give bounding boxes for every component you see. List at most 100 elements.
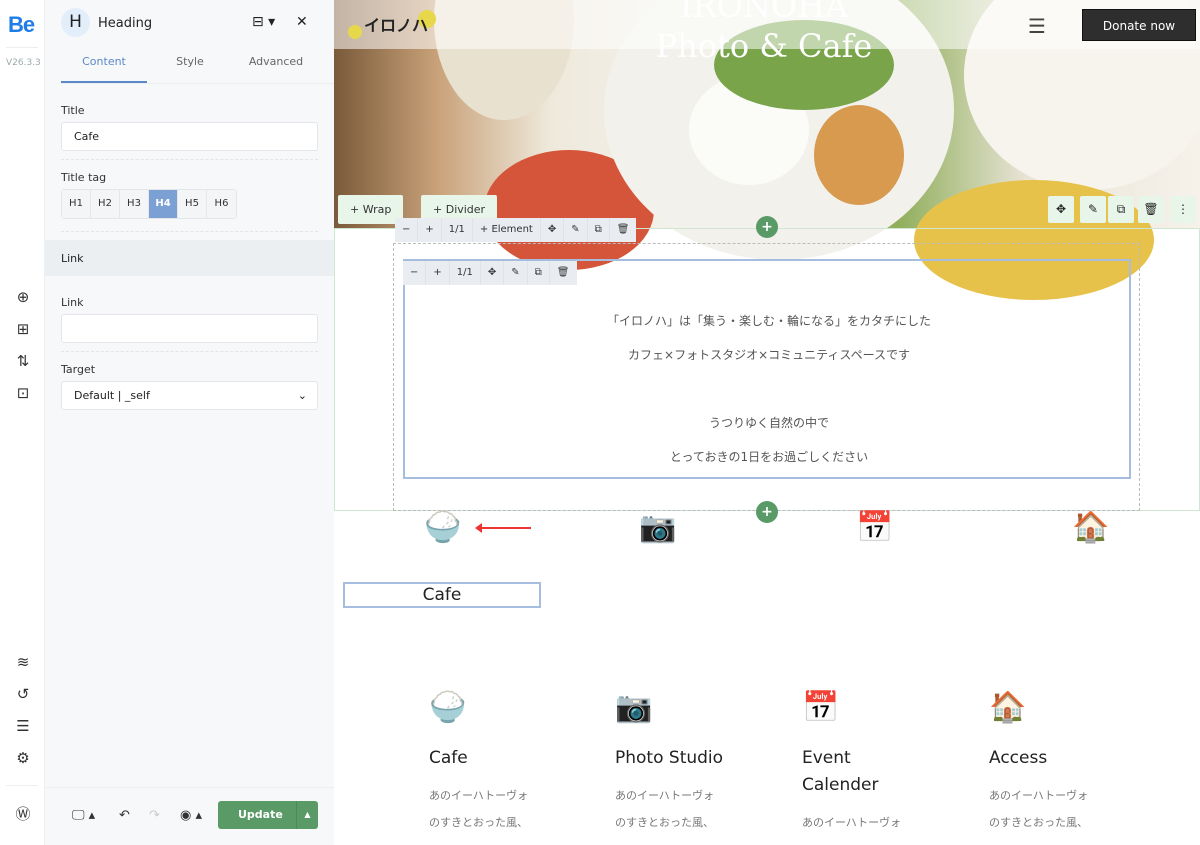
donate-button[interactable]: Donate now bbox=[1082, 9, 1196, 41]
tag-h1[interactable]: H1 bbox=[62, 190, 91, 218]
move-icon[interactable]: ✥ bbox=[541, 218, 565, 242]
add-section-top-button[interactable]: + bbox=[756, 216, 778, 238]
add-icon[interactable]: ⊕ bbox=[13, 287, 33, 307]
heading-element-icon: H bbox=[61, 8, 90, 37]
sections-icon[interactable]: ⊞ bbox=[13, 319, 33, 339]
feature-title: Event Calender bbox=[802, 748, 879, 795]
page-canvas: イロノハ IRONOHA Photo & Cafe ☰ Donate now + … bbox=[334, 0, 1200, 845]
house-icon: 🏠 bbox=[1072, 510, 1110, 545]
calendar-icon: 📅 bbox=[802, 690, 840, 725]
decrease-button[interactable]: − bbox=[395, 218, 419, 242]
link-label: Link bbox=[61, 296, 84, 309]
edit-icon[interactable]: ✎ bbox=[1080, 196, 1106, 223]
feature-event-calender: 📅 Event Calender あのイーハトーヴォ bbox=[802, 690, 902, 836]
duplicate-icon[interactable]: ⧉ bbox=[528, 261, 550, 285]
move-icon[interactable]: ✥ bbox=[481, 261, 505, 285]
target-label: Target bbox=[61, 363, 96, 376]
target-select[interactable]: Default | _self ⌄ bbox=[61, 381, 318, 410]
duplicate-icon[interactable]: ⧉ bbox=[588, 218, 610, 242]
text-line: 「イロノハ」は「集う・楽しむ・輪になる」をカタチにした bbox=[606, 314, 931, 328]
presets-icon[interactable]: ⊟ ▾ bbox=[252, 14, 275, 30]
feature-text: あのイーハトーヴォ のすきとおった風、 bbox=[989, 789, 1089, 829]
wordpress-icon[interactable]: Ⓦ bbox=[13, 804, 33, 824]
update-button[interactable]: Update ▲ bbox=[218, 801, 318, 829]
selected-heading[interactable]: Cafe bbox=[343, 582, 541, 608]
camera-icon: 📷 bbox=[615, 690, 653, 725]
history-icon[interactable]: ↺ bbox=[13, 684, 33, 704]
layers-icon[interactable]: ≋ bbox=[13, 652, 33, 672]
feature-title: Access bbox=[989, 748, 1048, 768]
panel-title: Heading bbox=[98, 16, 153, 31]
calendar-icon: 📅 bbox=[856, 510, 894, 545]
delete-icon[interactable]: 🗑 bbox=[610, 218, 637, 242]
feature-text: あのイーハトーヴォ のすきとおった風、 bbox=[615, 789, 715, 829]
bowl-icon: 🍚 bbox=[424, 510, 462, 545]
preview-icon[interactable]: ◉ ▴ bbox=[180, 808, 202, 823]
hamburger-icon[interactable]: ☰ bbox=[1028, 14, 1046, 38]
tag-h2[interactable]: H2 bbox=[91, 190, 120, 218]
hero-title: IRONOHA Photo & Cafe bbox=[655, 0, 873, 65]
add-element-button[interactable]: + Element bbox=[473, 218, 541, 242]
increase-button[interactable]: + bbox=[418, 218, 442, 242]
text-line: カフェ×フォトスタジオ×コミュニティスペースです bbox=[628, 348, 910, 362]
sort-icon[interactable]: ⇅ bbox=[13, 351, 33, 371]
edit-icon[interactable]: ✎ bbox=[564, 218, 588, 242]
delete-icon[interactable]: 🗑 bbox=[550, 261, 577, 285]
feature-title: Cafe bbox=[429, 748, 468, 768]
desktop-view-icon[interactable]: 🖵 ▴ bbox=[72, 808, 95, 823]
settings-panel: H Heading ⊟ ▾ ✕ Content Style Advanced T… bbox=[45, 0, 334, 845]
text-line: うつりゆく自然の中で bbox=[708, 416, 829, 430]
edit-icon[interactable]: ✎ bbox=[504, 261, 528, 285]
size-label: 1/1 bbox=[450, 261, 481, 285]
tag-h6[interactable]: H6 bbox=[207, 190, 236, 218]
move-icon[interactable]: ✥ bbox=[1048, 196, 1074, 223]
text-element[interactable]: 「イロノハ」は「集う・楽しむ・輪になる」をカタチにした カフェ×フォトスタジオ×… bbox=[403, 259, 1131, 479]
decrease-button[interactable]: − bbox=[403, 261, 427, 285]
wrap-toolbar: − +1/1 + Element ✥ ✎ ⧉ 🗑 bbox=[395, 218, 637, 242]
link-input[interactable] bbox=[61, 314, 318, 343]
add-wrap-button[interactable]: + Wrap bbox=[338, 195, 404, 224]
feature-cafe: 🍚 Cafe あのイーハトーヴォ のすきとおった風、 bbox=[429, 690, 589, 836]
panel-footer: 🖵 ▴ ↶ ↷ ◉ ▴ Update ▲ bbox=[45, 787, 334, 845]
tab-advanced[interactable]: Advanced bbox=[233, 48, 319, 83]
tab-content[interactable]: Content bbox=[61, 48, 147, 83]
tag-h4[interactable]: H4 bbox=[149, 190, 178, 218]
feature-access: 🏠 Access あのイーハトーヴォ のすきとおった風、 bbox=[989, 690, 1149, 836]
site-header: イロノハ IRONOHA Photo & Cafe ☰ Donate now bbox=[334, 0, 1200, 65]
be-logo: Be bbox=[8, 12, 35, 37]
tag-h3[interactable]: H3 bbox=[120, 190, 149, 218]
house-icon: 🏠 bbox=[989, 690, 1027, 725]
title-input[interactable]: Cafe bbox=[61, 122, 318, 151]
tab-style[interactable]: Style bbox=[147, 48, 233, 83]
chevron-down-icon: ⌄ bbox=[297, 389, 307, 402]
camera-icon: 📷 bbox=[639, 510, 677, 545]
bowl-icon: 🍚 bbox=[429, 690, 467, 725]
version-label: V26.3.3 bbox=[6, 58, 41, 68]
panel-tabs: Content Style Advanced bbox=[61, 48, 334, 84]
annotation-arrow bbox=[475, 523, 531, 533]
sliders-icon[interactable]: ☰ bbox=[13, 716, 33, 736]
add-section-bottom-button[interactable]: + bbox=[756, 501, 778, 523]
size-label: 1/1 bbox=[442, 218, 473, 242]
feature-text: あのイーハトーヴォ のすきとおった風、 bbox=[429, 789, 529, 829]
feature-photo-studio: 📷 Photo Studio あのイーハトーヴォ のすきとおった風、 bbox=[615, 690, 775, 836]
feature-text: あのイーハトーヴォ bbox=[802, 816, 902, 829]
increase-button[interactable]: + bbox=[426, 261, 450, 285]
site-logo[interactable]: イロノハ bbox=[364, 12, 428, 36]
element-toolbar: − +1/1 ✥ ✎ ⧉ 🗑 bbox=[403, 261, 577, 285]
duplicate-icon[interactable]: ⧉ bbox=[1108, 196, 1134, 223]
builder-rail: Be V26.3.3 ⊕ ⊞ ⇅ ⊡ ≋ ↺ ☰ ⚙ Ⓦ bbox=[0, 0, 45, 845]
more-icon[interactable]: ⋮ bbox=[1170, 196, 1196, 223]
delete-icon[interactable]: 🗑 bbox=[1138, 196, 1164, 223]
title-tag-group: H1 H2 H3 H4 H5 H6 bbox=[61, 189, 237, 219]
gear-icon[interactable]: ⚙ bbox=[13, 748, 33, 768]
title-tag-label: Title tag bbox=[61, 171, 107, 184]
undo-icon[interactable]: ↶ bbox=[119, 808, 130, 823]
close-icon[interactable]: ✕ bbox=[296, 14, 308, 30]
text-line: とっておきの1日をお過ごしください bbox=[669, 450, 869, 464]
tag-h5[interactable]: H5 bbox=[178, 190, 207, 218]
update-options-caret[interactable]: ▲ bbox=[296, 801, 318, 829]
feature-title: Photo Studio bbox=[615, 748, 724, 768]
templates-icon[interactable]: ⊡ bbox=[13, 383, 33, 403]
link-section-header[interactable]: Link bbox=[45, 240, 334, 276]
